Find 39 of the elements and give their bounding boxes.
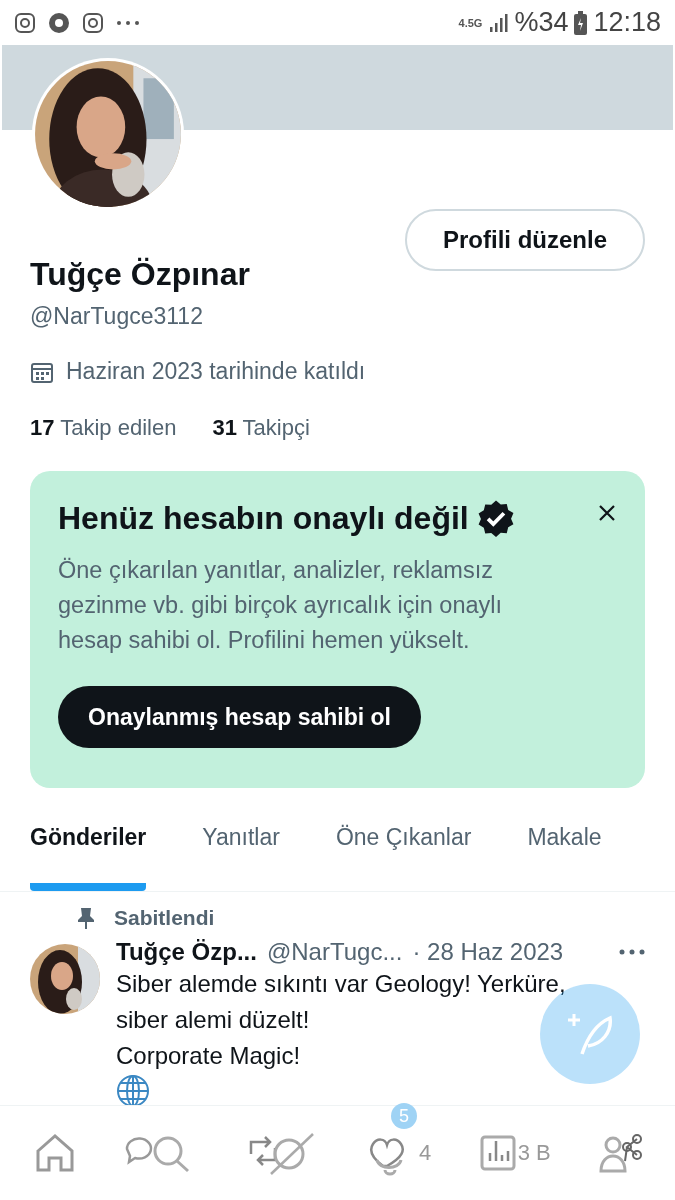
- pin-icon: [76, 906, 96, 930]
- notification-badge: 5: [391, 1103, 418, 1129]
- close-icon[interactable]: [597, 503, 617, 523]
- following-link[interactable]: 17 Takip edilen: [30, 415, 177, 441]
- post-text: Corporate Magic!: [116, 1041, 301, 1071]
- signal-icon: [488, 12, 509, 33]
- pinned-label: Sabitlendi: [114, 906, 215, 930]
- more-icon[interactable]: [619, 949, 645, 955]
- profile-tab[interactable]: Öne Çıkanlar: [335, 816, 472, 891]
- profile-tab[interactable]: Gönderiler: [30, 816, 147, 891]
- like-count: 4: [419, 1140, 432, 1166]
- view-count: 3 B: [517, 1140, 551, 1166]
- stats-icon[interactable]: [479, 1135, 516, 1171]
- post-text: siber alemi düzelt!: [116, 1005, 310, 1035]
- browser-app-icon: [48, 11, 70, 34]
- battery-icon: [574, 10, 588, 35]
- profile-tab[interactable]: Makale: [527, 816, 602, 891]
- camera-app-icon: [82, 11, 104, 34]
- card-description: Öne çıkarılan yanıtlar, analizler, reklamsız gezinme vb. gibi birçok ayrıcalık için onaylı hesap sahibi ol. Profilini hemen yükselt.: [58, 556, 504, 655]
- post-author: Tuğçe Özp...: [116, 938, 257, 966]
- globe-icon: [116, 1074, 150, 1108]
- home-icon[interactable]: [34, 1133, 76, 1173]
- get-verified-button[interactable]: Onaylanmış hesap sahibi ol: [58, 686, 421, 748]
- profile-handle: @NarTugce3112: [30, 303, 204, 330]
- battery-level: %34: [514, 7, 569, 38]
- join-date: Haziran 2023 tarihinde katıldı: [66, 358, 366, 385]
- followers-link[interactable]: 31 Takipçi: [212, 415, 310, 441]
- post-handle: @NarTugc...: [266, 938, 403, 966]
- post-text: Siber alemde sıkıntı var Geology! Yerküre,: [116, 969, 566, 999]
- card-title: Henüz hesabın onaylı değil: [58, 499, 469, 537]
- post-date: · 28 Haz 2023: [412, 938, 564, 966]
- profile-name: Tuğçe Özpınar: [30, 256, 251, 293]
- more-icon: [116, 19, 140, 26]
- verified-badge-icon: [476, 499, 515, 537]
- camera-app-icon: [14, 11, 36, 34]
- edit-profile-button[interactable]: Profili düzenle: [405, 209, 645, 271]
- network-type: 4.5G: [458, 16, 483, 29]
- profile-tab[interactable]: Yanıtlar: [202, 816, 280, 891]
- clock: 12:18: [593, 7, 661, 38]
